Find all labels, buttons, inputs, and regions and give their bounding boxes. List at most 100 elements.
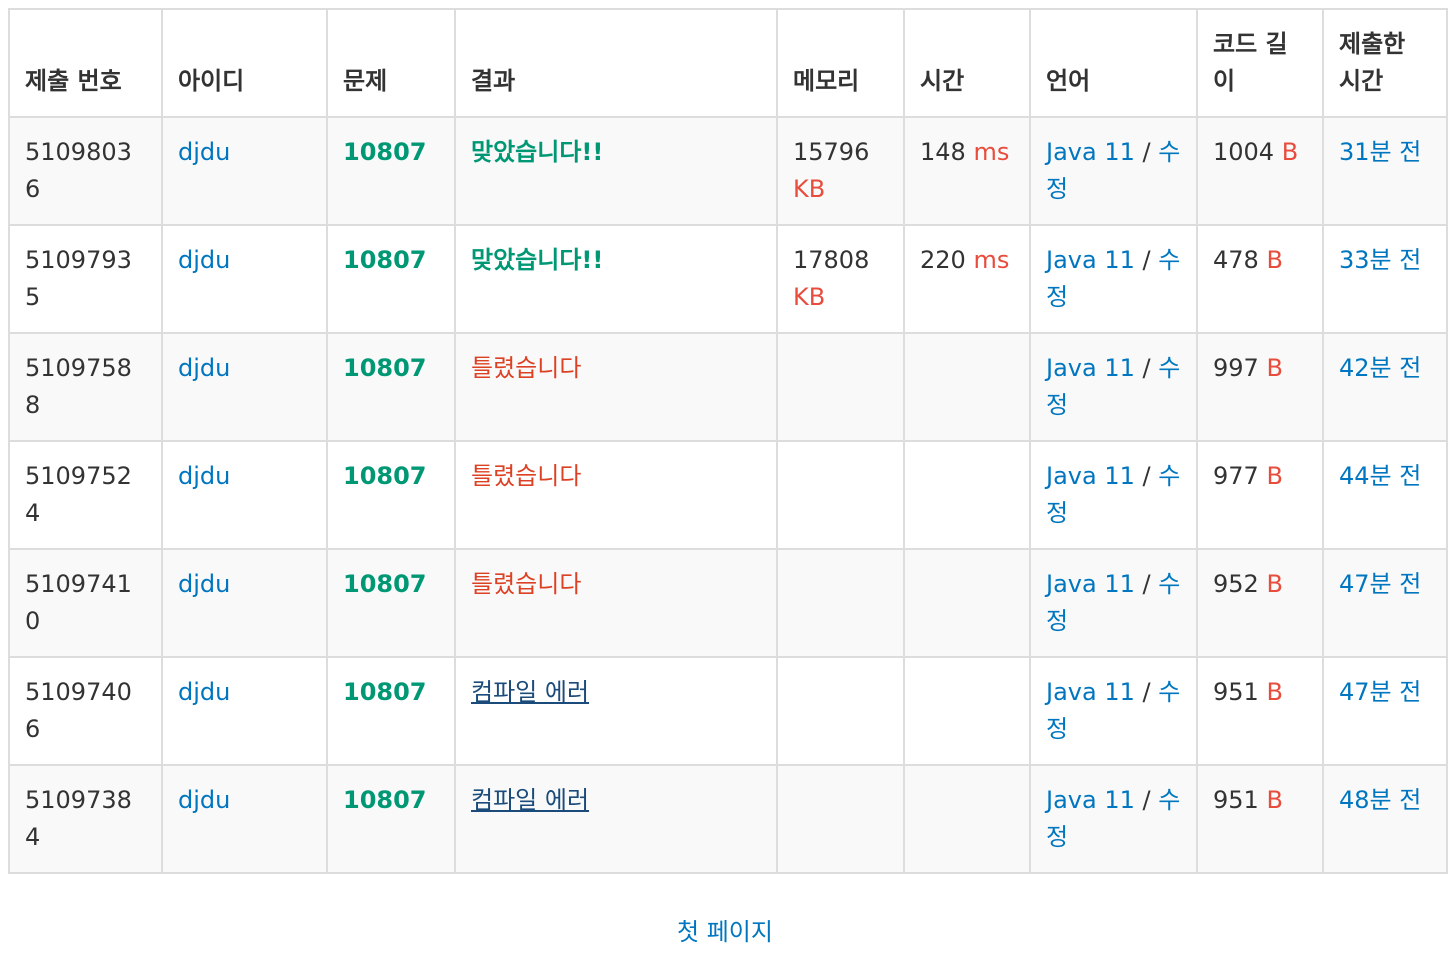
code-length-unit: B (1266, 570, 1283, 598)
submission-id: 51097935 (25, 246, 132, 311)
problem-cell: 10807 (326, 224, 456, 334)
language-link[interactable]: Java 11 (1046, 786, 1135, 814)
result-text: 틀렸습니다 (471, 570, 582, 598)
result-text: 맞았습니다!! (471, 246, 604, 274)
language-link[interactable]: Java 11 (1046, 138, 1135, 166)
time-cell (903, 656, 1031, 766)
time-value: 220 (920, 246, 966, 274)
submission-id: 51097384 (25, 786, 132, 851)
user-id-cell: djdu (161, 656, 328, 766)
code-length-unit: B (1281, 138, 1299, 166)
memory-cell: 17808 KB (776, 224, 905, 334)
user-id-cell: djdu (161, 116, 328, 226)
time-cell: 148 ms (903, 116, 1031, 226)
user-id-cell: djdu (161, 332, 328, 442)
problem-cell: 10807 (326, 440, 456, 550)
code-length-value: 1004 (1213, 138, 1275, 166)
language-link[interactable]: Java 11 (1046, 570, 1135, 598)
result-cell: 컴파일 에러 (454, 764, 778, 874)
result-cell: 컴파일 에러 (454, 656, 778, 766)
code-length-value: 952 (1213, 570, 1259, 598)
problem-cell: 10807 (326, 116, 456, 226)
status-table: 제출 번호 아이디 문제 결과 메모리 시간 언어 코드 길이 제출한 시간 5… (8, 8, 1448, 874)
result-text[interactable]: 컴파일 에러 (471, 786, 589, 814)
memory-cell (776, 548, 905, 658)
memory-cell (776, 656, 905, 766)
first-page-link[interactable]: 첫 페이지 (677, 918, 773, 946)
submitted-time-cell: 47분 전 (1322, 656, 1448, 766)
language-cell: Java 11 / 수정 (1029, 548, 1198, 658)
code-length-unit: B (1266, 678, 1283, 706)
code-length-value: 951 (1213, 786, 1259, 814)
problem-link[interactable]: 10807 (343, 246, 427, 274)
code-length-cell: 952 B (1196, 548, 1324, 658)
code-length-value: 951 (1213, 678, 1259, 706)
user-id-link[interactable]: djdu (178, 138, 230, 166)
problem-link[interactable]: 10807 (343, 786, 427, 814)
user-id-link[interactable]: djdu (178, 354, 230, 382)
memory-cell (776, 332, 905, 442)
submission-id: 51097524 (25, 462, 132, 527)
problem-link[interactable]: 10807 (343, 678, 427, 706)
code-length-cell: 951 B (1196, 656, 1324, 766)
problem-link[interactable]: 10807 (343, 462, 427, 490)
language-link[interactable]: Java 11 (1046, 354, 1135, 382)
submitted-time-link[interactable]: 31분 전 (1339, 138, 1421, 166)
submitted-time-link[interactable]: 47분 전 (1339, 678, 1421, 706)
table-row: 51097410 djdu 10807 틀렸습니다 Java 11 / 수정 952 B… (8, 548, 1448, 658)
user-id-cell: djdu (161, 548, 328, 658)
result-cell: 맞았습니다!! (454, 224, 778, 334)
user-id-link[interactable]: djdu (178, 462, 230, 490)
language-link[interactable]: Java 11 (1046, 678, 1135, 706)
submitted-time-link[interactable]: 44분 전 (1339, 462, 1421, 490)
user-id-link[interactable]: djdu (178, 570, 230, 598)
table-header-row: 제출 번호 아이디 문제 결과 메모리 시간 언어 코드 길이 제출한 시간 (8, 8, 1448, 118)
submission-id-cell: 51097935 (8, 224, 163, 334)
submitted-time-link[interactable]: 47분 전 (1339, 570, 1421, 598)
time-cell (903, 332, 1031, 442)
submitted-time-cell: 33분 전 (1322, 224, 1448, 334)
code-length-cell: 977 B (1196, 440, 1324, 550)
result-text[interactable]: 컴파일 에러 (471, 678, 589, 706)
submission-id-cell: 51097406 (8, 656, 163, 766)
memory-unit: KB (793, 283, 826, 311)
problem-cell: 10807 (326, 764, 456, 874)
submission-id: 51097406 (25, 678, 132, 743)
time-unit: ms (973, 246, 1010, 274)
code-length-unit: B (1266, 786, 1283, 814)
time-cell: 220 ms (903, 224, 1031, 334)
time-cell (903, 764, 1031, 874)
submitted-time-link[interactable]: 33분 전 (1339, 246, 1421, 274)
problem-link[interactable]: 10807 (343, 354, 427, 382)
table-row: 51098036 djdu 10807 맞았습니다!! 15796 KB 148 ms Ja… (8, 116, 1448, 226)
submitted-time-link[interactable]: 48분 전 (1339, 786, 1421, 814)
submission-id: 51097410 (25, 570, 132, 635)
col-header-memory: 메모리 (776, 8, 905, 118)
submitted-time-cell: 42분 전 (1322, 332, 1448, 442)
language-cell: Java 11 / 수정 (1029, 224, 1198, 334)
problem-link[interactable]: 10807 (343, 138, 427, 166)
language-link[interactable]: Java 11 (1046, 462, 1135, 490)
language-link[interactable]: Java 11 (1046, 246, 1135, 274)
language-cell: Java 11 / 수정 (1029, 656, 1198, 766)
col-header-submission-id: 제출 번호 (8, 8, 163, 118)
user-id-link[interactable]: djdu (178, 786, 230, 814)
code-length-cell: 1004 B (1196, 116, 1324, 226)
memory-cell (776, 440, 905, 550)
code-length-unit: B (1266, 354, 1283, 382)
problem-cell: 10807 (326, 332, 456, 442)
submission-id-cell: 51097410 (8, 548, 163, 658)
table-row: 51097524 djdu 10807 틀렸습니다 Java 11 / 수정 977 B… (8, 440, 1448, 550)
code-length-value: 977 (1213, 462, 1259, 490)
problem-link[interactable]: 10807 (343, 570, 427, 598)
memory-cell (776, 764, 905, 874)
submitted-time-link[interactable]: 42분 전 (1339, 354, 1421, 382)
user-id-link[interactable]: djdu (178, 246, 230, 274)
language-cell: Java 11 / 수정 (1029, 440, 1198, 550)
language-separator: / (1142, 786, 1151, 814)
memory-value: 17808 (793, 246, 870, 274)
memory-cell: 15796 KB (776, 116, 905, 226)
result-text: 틀렸습니다 (471, 354, 582, 382)
pagination: 첫 페이지 (0, 912, 1450, 947)
user-id-link[interactable]: djdu (178, 678, 230, 706)
